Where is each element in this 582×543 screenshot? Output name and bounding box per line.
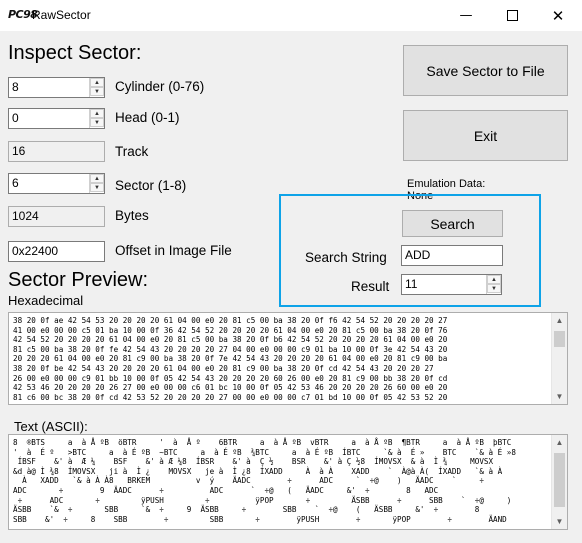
spin-up-icon[interactable]: ▲ [90,78,104,87]
maximize-icon [506,10,518,21]
result-label: Result [351,279,390,294]
result-spinner[interactable]: ▲ ▼ [486,275,501,294]
offset-field[interactable]: 0x22400 [8,241,105,262]
sector-spinner[interactable]: ▲ ▼ [89,174,104,193]
sector-label: Sector (1-8) [115,178,187,193]
head-value: 0 [12,111,19,125]
spin-up-icon[interactable]: ▲ [487,275,501,284]
hex-textarea[interactable]: 38 20 0f ae 42 54 53 20 20 20 20 61 04 0… [8,312,568,405]
maximize-button[interactable] [489,0,535,31]
close-icon: ✕ [551,6,565,25]
ascii-content: 8 ®BTS a à Å ºB öBTR ' à Å º 6BTR a à Å … [13,438,516,524]
spin-down-icon[interactable]: ▼ [90,183,104,192]
spin-down-icon[interactable]: ▼ [90,87,104,96]
hex-scrollbar[interactable]: ▲ ▼ [551,313,567,404]
spin-up-icon[interactable]: ▲ [90,174,104,183]
ascii-label: Text (ASCII): [14,419,88,434]
track-field: 16 [8,141,105,162]
head-label: Head (0-1) [115,110,180,125]
scroll-up-icon[interactable]: ▲ [552,313,567,328]
spin-down-icon[interactable]: ▼ [90,118,104,127]
head-spinner[interactable]: ▲ ▼ [89,109,104,128]
spin-down-icon[interactable]: ▼ [487,284,501,293]
scroll-thumb[interactable] [554,331,565,347]
cylinder-value: 8 [12,80,19,94]
result-value: 11 [405,277,418,291]
bytes-field: 1024 [8,206,105,227]
exit-button[interactable]: Exit [403,110,568,161]
track-label: Track [115,144,149,159]
spin-up-icon[interactable]: ▲ [90,109,104,118]
search-string-label: Search String [305,250,387,265]
sector-preview-heading: Sector Preview: [8,269,149,291]
bytes-label: Bytes [115,208,149,223]
hex-content: 38 20 0f ae 42 54 53 20 20 20 20 61 04 0… [13,316,448,402]
cylinder-label: Cylinder (0-76) [115,79,205,94]
ascii-scrollbar[interactable]: ▲ ▼ [551,435,567,529]
cylinder-spinner[interactable]: ▲ ▼ [89,78,104,97]
save-sector-button[interactable]: Save Sector to File [403,45,568,96]
window-title: RawSector [32,8,91,22]
scroll-thumb[interactable] [554,453,565,507]
sector-value: 6 [12,176,19,190]
search-button[interactable]: Search [402,210,503,237]
inspect-sector-heading: Inspect Sector: [8,42,142,64]
ascii-textarea[interactable]: 8 ®BTS a à Å ºB öBTR ' à Å º 6BTR a à Å … [8,434,568,530]
sector-input[interactable]: 6 ▲ ▼ [8,173,105,194]
close-button[interactable]: ✕ [535,0,581,31]
search-string-input[interactable]: ADD [401,245,503,266]
offset-label: Offset in Image File [115,243,232,258]
head-input[interactable]: 0 ▲ ▼ [8,108,105,129]
scroll-down-icon[interactable]: ▼ [552,389,567,404]
result-input[interactable]: 11 ▲ ▼ [401,274,502,295]
minimize-button[interactable]: — [443,0,489,31]
scroll-down-icon[interactable]: ▼ [552,514,567,529]
minimize-icon: — [459,8,473,23]
scroll-up-icon[interactable]: ▲ [552,435,567,450]
hexadecimal-label: Hexadecimal [8,293,84,308]
cylinder-input[interactable]: 8 ▲ ▼ [8,77,105,98]
